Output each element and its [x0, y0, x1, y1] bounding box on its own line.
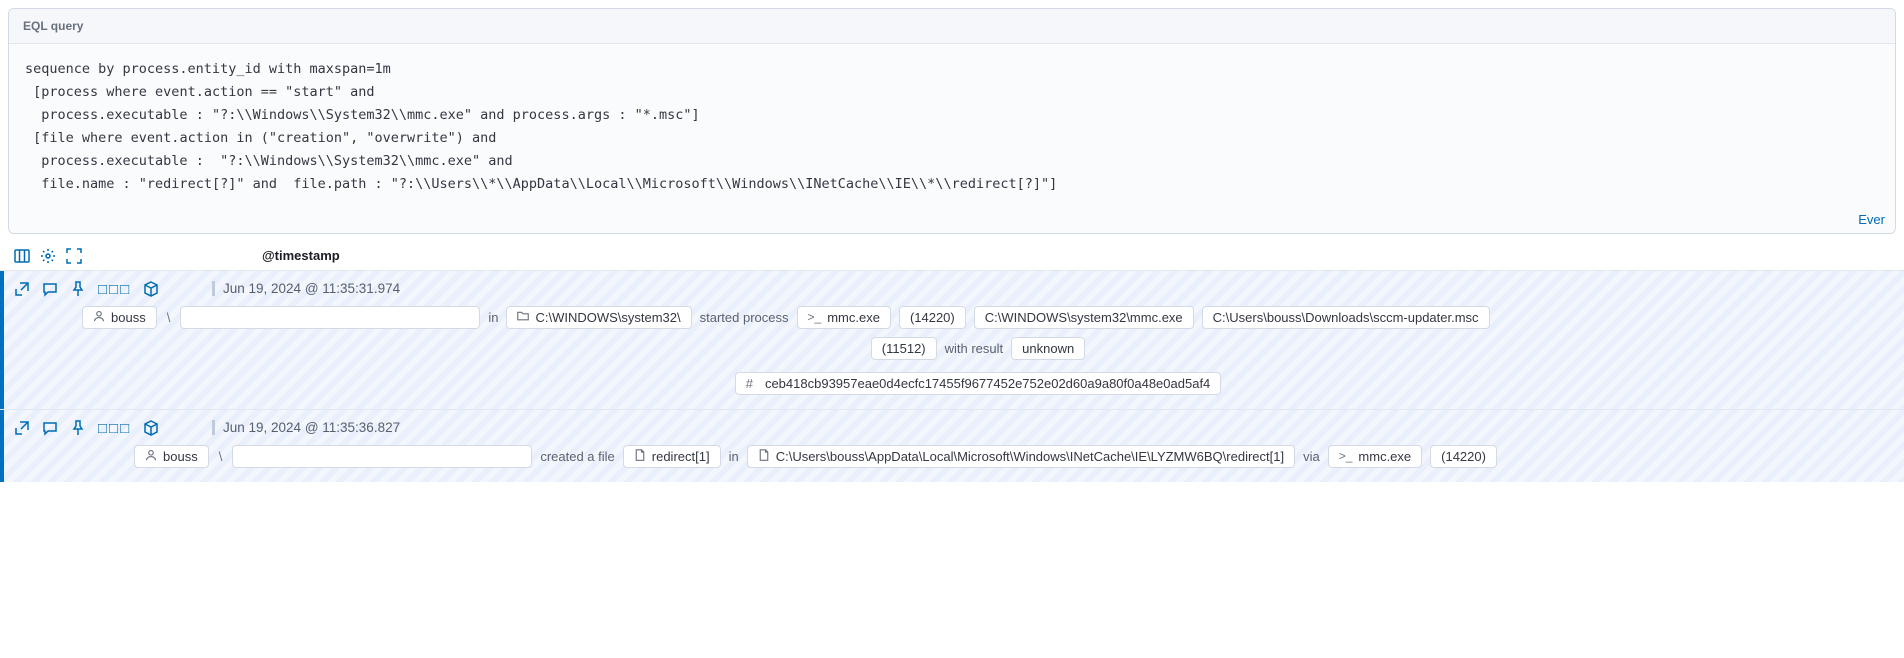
fullscreen-icon[interactable]	[66, 248, 82, 264]
hash-block: # ceb418cb93957eae0d4ecfc17455f9677452e7…	[64, 372, 1892, 395]
process-name: mmc.exe	[827, 310, 880, 325]
event-summary: bouss \ created a file redirect[1] in C:…	[134, 445, 1892, 468]
event-summary: bouss \ in C:\WINDOWS\system32\ started …	[82, 306, 1892, 329]
gear-icon[interactable]	[40, 248, 56, 264]
expand-icon[interactable]	[14, 420, 30, 436]
file-icon	[634, 449, 646, 464]
timestamp-column-header[interactable]: @timestamp	[262, 248, 340, 263]
user-icon	[93, 310, 105, 325]
arg-path-chip[interactable]: C:\Users\bouss\Downloads\sccm-updater.ms…	[1202, 306, 1490, 329]
pin-icon[interactable]	[70, 281, 86, 297]
blank-field[interactable]	[180, 306, 480, 329]
pid-chip[interactable]: (14220)	[1430, 445, 1497, 468]
process-chip[interactable]: >_ mmc.exe	[1328, 445, 1422, 468]
analyze-icon[interactable]	[143, 420, 159, 436]
file-icon	[758, 449, 770, 464]
result-chip[interactable]: unknown	[1011, 337, 1085, 360]
process-path-chip[interactable]: C:\WINDOWS\system32\mmc.exe	[974, 306, 1194, 329]
terminal-icon: >_	[808, 310, 822, 324]
event-row: □□□ Jun 19, 2024 @ 11:35:36.827 bouss \ …	[0, 409, 1904, 482]
working-dir-chip[interactable]: C:\WINDOWS\system32\	[506, 306, 691, 329]
created-label: created a file	[540, 449, 614, 464]
user-chip[interactable]: bouss	[134, 445, 209, 468]
event-timestamp: Jun 19, 2024 @ 11:35:31.974	[212, 281, 408, 296]
process-name: mmc.exe	[1358, 449, 1411, 464]
columns-icon[interactable]	[14, 248, 30, 264]
eql-query-panel: EQL query sequence by process.entity_id …	[8, 8, 1896, 234]
expand-icon[interactable]	[14, 281, 30, 297]
hash-value: ceb418cb93957eae0d4ecfc17455f9677452e752…	[765, 376, 1210, 391]
user-name: bouss	[163, 449, 198, 464]
pid-chip[interactable]: (14220)	[899, 306, 966, 329]
analyze-icon[interactable]	[143, 281, 159, 297]
row-actions: □□□	[14, 420, 159, 437]
eql-query-text[interactable]: sequence by process.entity_id with maxsp…	[9, 44, 1895, 208]
user-name: bouss	[111, 310, 146, 325]
in-label: in	[729, 449, 739, 464]
more-actions-icon[interactable]: □□□	[98, 420, 131, 437]
file-name: redirect[1]	[652, 449, 710, 464]
results-toolbar: @timestamp	[0, 242, 1904, 270]
user-icon	[145, 449, 157, 464]
chat-icon[interactable]	[42, 420, 58, 436]
working-dir: C:\WINDOWS\system32\	[535, 310, 680, 325]
file-path-chip[interactable]: C:\Users\bouss\AppData\Local\Microsoft\W…	[747, 445, 1295, 468]
panel-footer: Ever	[9, 208, 1895, 233]
process-chip[interactable]: >_ mmc.exe	[797, 306, 891, 329]
user-chip[interactable]: bouss	[82, 306, 157, 329]
terminal-icon: >_	[1339, 449, 1353, 463]
via-label: via	[1303, 449, 1320, 464]
hash-chip[interactable]: # ceb418cb93957eae0d4ecfc17455f9677452e7…	[735, 372, 1222, 395]
panel-title: EQL query	[9, 9, 1895, 44]
pin-icon[interactable]	[70, 420, 86, 436]
more-actions-icon[interactable]: □□□	[98, 281, 131, 298]
event-timestamp: Jun 19, 2024 @ 11:35:36.827	[212, 420, 408, 435]
in-label: in	[488, 310, 498, 325]
row-actions: □□□	[14, 281, 159, 298]
events-link[interactable]: Ever	[1858, 212, 1885, 227]
path-separator: \	[165, 310, 173, 325]
with-result-label: with result	[945, 341, 1004, 356]
event-summary-line2: (11512) with result unknown	[64, 337, 1892, 360]
chat-icon[interactable]	[42, 281, 58, 297]
folder-icon	[517, 310, 529, 325]
blank-field[interactable]	[232, 445, 532, 468]
started-label: started process	[700, 310, 789, 325]
child-pid-chip[interactable]: (11512)	[871, 337, 937, 360]
file-path: C:\Users\bouss\AppData\Local\Microsoft\W…	[776, 449, 1284, 464]
file-chip[interactable]: redirect[1]	[623, 445, 721, 468]
path-separator: \	[217, 449, 225, 464]
event-row: □□□ Jun 19, 2024 @ 11:35:31.974 bouss \ …	[0, 270, 1904, 409]
hash-prefix: #	[746, 376, 753, 391]
